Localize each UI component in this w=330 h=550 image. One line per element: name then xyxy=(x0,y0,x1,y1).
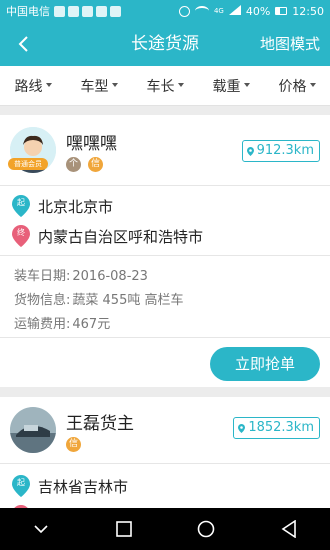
wifi-icon xyxy=(194,6,209,16)
distance-badge: 912.3km xyxy=(241,140,320,162)
battery-percent: 40% xyxy=(245,4,271,18)
filter-label: 车型 xyxy=(80,78,109,95)
goods-info-row: 货物信息: 蔬菜 455吨 高栏车 xyxy=(14,289,183,308)
grab-order-button[interactable]: 立即抢单 xyxy=(210,347,320,381)
shipper-name: 王磊货主 xyxy=(66,414,134,434)
caret-down-icon xyxy=(45,82,52,87)
status-bar: 中国电信 4G 40% 12:50 xyxy=(0,0,330,22)
filter-route[interactable]: 路线 xyxy=(0,66,66,105)
load-date-value: 2016-08-23 xyxy=(72,269,148,284)
fee-label: 运输费用: xyxy=(14,317,71,332)
notification-icon xyxy=(54,5,65,17)
divider xyxy=(0,463,330,464)
map-mode-button[interactable]: 地图模式 xyxy=(260,22,320,66)
from-city: 吉林省吉林市 xyxy=(38,477,129,496)
credit-tag: 信 xyxy=(66,437,81,452)
location-pin-icon xyxy=(238,423,246,433)
home-icon[interactable] xyxy=(195,518,217,540)
clock: 12:50 xyxy=(292,4,324,18)
caret-down-icon xyxy=(243,82,250,87)
start-pin-label: 起 xyxy=(17,478,25,487)
distance-badge: 1852.3km xyxy=(233,417,320,439)
filter-label: 车长 xyxy=(146,78,175,95)
caret-down-icon xyxy=(111,82,118,87)
recent-apps-icon[interactable] xyxy=(113,518,135,540)
title-bar: 长途货源 地图模式 xyxy=(0,22,330,66)
cargo-list: 普通会员 嘿嘿嘿 个 信 912.3km 起 北京北京市 终 内蒙古自治区呼和浩… xyxy=(0,115,330,537)
distance-value: 912.3km xyxy=(256,143,314,158)
filter-price[interactable]: 价格 xyxy=(264,66,330,105)
goods-info-label: 货物信息: xyxy=(14,293,71,308)
fee-row: 运输费用: 467元 xyxy=(14,313,110,332)
load-date-row: 装车日期: 2016-08-23 xyxy=(14,265,148,284)
start-pin-label: 起 xyxy=(17,198,25,207)
signal-icon xyxy=(228,4,241,18)
notification-icon xyxy=(96,5,107,17)
chevron-down-icon[interactable] xyxy=(30,518,52,540)
route-from: 起 吉林省吉林市 xyxy=(12,475,128,497)
from-city: 北京北京市 xyxy=(38,197,114,216)
caret-down-icon xyxy=(177,82,184,87)
filter-vehicle-length[interactable]: 车长 xyxy=(132,66,198,105)
battery-icon xyxy=(275,7,288,15)
distance-value: 1852.3km xyxy=(248,420,314,435)
carrier-name: 中国电信 xyxy=(6,5,50,18)
end-pin-label: 终 xyxy=(17,228,25,237)
filter-vehicle-type[interactable]: 车型 xyxy=(66,66,132,105)
cargo-card[interactable]: 普通会员 嘿嘿嘿 个 信 912.3km 起 北京北京市 终 内蒙古自治区呼和浩… xyxy=(0,115,330,387)
route-from: 起 北京北京市 xyxy=(12,195,113,217)
notification-icon xyxy=(82,5,93,17)
notification-icon xyxy=(110,5,121,17)
notification-icon xyxy=(68,5,79,17)
divider xyxy=(0,185,330,186)
caret-down-icon xyxy=(309,82,316,87)
start-pin-icon: 起 xyxy=(12,195,30,217)
system-nav-bar xyxy=(0,508,330,550)
filter-label: 载重 xyxy=(212,78,241,95)
filter-load[interactable]: 载重 xyxy=(198,66,264,105)
filter-bar: 路线 车型 车长 载重 价格 xyxy=(0,66,330,106)
alarm-icon xyxy=(178,5,190,17)
divider xyxy=(0,255,330,256)
filter-label: 价格 xyxy=(278,78,307,95)
back-icon[interactable] xyxy=(278,518,300,540)
shipper-name: 嘿嘿嘿 xyxy=(66,134,117,154)
member-badge: 普通会员 xyxy=(8,158,48,170)
divider xyxy=(0,337,330,338)
end-pin-icon: 终 xyxy=(12,225,30,247)
route-to: 终 内蒙古自治区呼和浩特市 xyxy=(12,225,203,247)
load-date-label: 装车日期: xyxy=(14,269,71,284)
to-city: 内蒙古自治区呼和浩特市 xyxy=(38,227,204,246)
credit-tag: 信 xyxy=(88,157,103,172)
avatar xyxy=(10,407,56,453)
location-pin-icon xyxy=(246,146,254,156)
filter-label: 路线 xyxy=(14,78,43,95)
goods-info-value: 蔬菜 455吨 高栏车 xyxy=(72,293,184,308)
fee-value: 467元 xyxy=(72,317,111,332)
individual-tag: 个 xyxy=(66,157,81,172)
signal-label: 4G xyxy=(213,6,224,15)
start-pin-icon: 起 xyxy=(12,475,30,497)
